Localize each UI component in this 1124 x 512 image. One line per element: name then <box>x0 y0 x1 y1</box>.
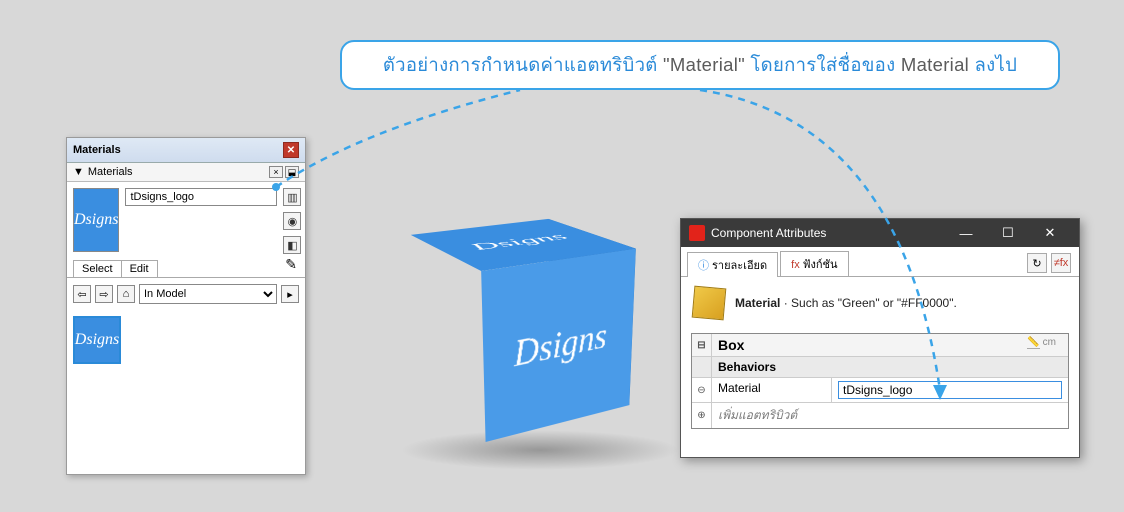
materials-panel-subtitle: Materials <box>88 166 133 178</box>
nav-back-button[interactable]: ⇦ <box>73 285 91 303</box>
materials-panel: Materials ✕ ▼ Materials × ⬓ Dsigns ▥ ◉ ◧… <box>66 137 306 475</box>
fx-icon: fx <box>791 259 800 271</box>
set-default-material-button[interactable]: ◧ <box>283 236 301 254</box>
add-attribute-icon[interactable]: ⊕ <box>692 403 712 428</box>
callout-text-2: โดยการใส่ชื่อของ <box>745 54 901 75</box>
tab-functions[interactable]: fxฟังก์ชัน <box>780 251 848 276</box>
material-thumbnail[interactable]: Dsigns <box>73 316 121 364</box>
close-icon[interactable]: ✕ <box>1029 219 1071 247</box>
callout-text-3: ลงไป <box>969 54 1017 75</box>
attribute-section-header: Behaviors <box>712 357 1068 377</box>
materials-panel-titlebar[interactable]: Materials ✕ <box>67 138 305 163</box>
cube-preview: Dsigns Dsigns Dsigns <box>440 240 640 440</box>
collapse-triangle-icon[interactable]: ▼ <box>73 166 84 178</box>
sketchup-app-icon <box>689 225 705 241</box>
maximize-icon[interactable]: ☐ <box>987 219 1029 247</box>
unit-label[interactable]: 📏 cm <box>1027 337 1062 353</box>
row-handle-icon[interactable]: ⊖ <box>692 378 712 402</box>
add-attribute-row[interactable]: ⊕ เพิ่มแอตทริบิวต์ <box>692 403 1068 428</box>
panel-mini-close-icon[interactable]: × <box>269 166 283 178</box>
cube-face-front: Dsigns <box>481 249 636 443</box>
attribute-name-cell[interactable]: Material <box>712 378 832 402</box>
tab-details[interactable]: ⓘรายละเอียด <box>687 252 778 277</box>
callout-text-1: ตัวอย่างการกำหนดค่าแอตทริบิวต์ <box>383 54 663 75</box>
tab-edit[interactable]: Edit <box>121 260 158 277</box>
nav-forward-button[interactable]: ⇨ <box>95 285 113 303</box>
materials-panel-subheader[interactable]: ▼ Materials × ⬓ <box>67 163 305 182</box>
callout-text-term: Material <box>901 54 969 75</box>
materials-panel-title: Materials <box>73 144 121 156</box>
attribute-value-input[interactable] <box>838 381 1062 399</box>
close-icon[interactable]: ✕ <box>283 142 299 158</box>
logo-glyph: Dsigns <box>74 211 118 229</box>
material-name-input[interactable] <box>125 188 277 206</box>
attribute-help-icon <box>692 286 727 321</box>
nav-home-button[interactable]: ⌂ <box>117 285 135 303</box>
info-icon: ⓘ <box>698 260 709 272</box>
component-attributes-titlebar[interactable]: Component Attributes — ☐ ✕ <box>681 219 1079 247</box>
component-name: Box <box>718 337 744 353</box>
material-thumbnail-grid: Dsigns <box>67 310 305 474</box>
table-row[interactable]: ⊖ Material <box>692 378 1068 403</box>
component-attributes-title: Component Attributes <box>711 226 826 240</box>
attribute-info-name: Material <box>735 296 780 310</box>
callout-text-quoted: "Material" <box>663 54 745 75</box>
details-menu-button[interactable]: ▸ <box>281 285 299 303</box>
logo-glyph: Dsigns <box>75 318 119 362</box>
toggle-formula-button[interactable]: ≠fx <box>1051 253 1071 273</box>
material-library-select[interactable]: In Model <box>139 284 277 304</box>
panel-pin-icon[interactable]: ⬓ <box>285 166 299 178</box>
display-secondary-pane-button[interactable]: ▥ <box>283 188 301 206</box>
attribute-grid: ⊟ Box 📏 cm Behaviors ⊖ Material ⊕ เพิ่มแ… <box>691 333 1069 429</box>
annotation-callout: ตัวอย่างการกำหนดค่าแอตทริบิวต์ "Material… <box>340 40 1060 90</box>
create-material-button[interactable]: ◉ <box>283 212 301 230</box>
tab-select[interactable]: Select <box>73 260 122 277</box>
eyedropper-icon[interactable]: ✎ <box>285 256 297 273</box>
refresh-button[interactable]: ↻ <box>1027 253 1047 273</box>
minimize-icon[interactable]: — <box>945 219 987 247</box>
attribute-info-desc: · Such as "Green" or "#FF0000". <box>780 296 956 310</box>
collapse-toggle-icon[interactable]: ⊟ <box>692 334 712 356</box>
material-preview-swatch[interactable]: Dsigns <box>73 188 119 252</box>
component-attributes-window: Component Attributes — ☐ ✕ ⓘรายละเอียด f… <box>680 218 1080 458</box>
